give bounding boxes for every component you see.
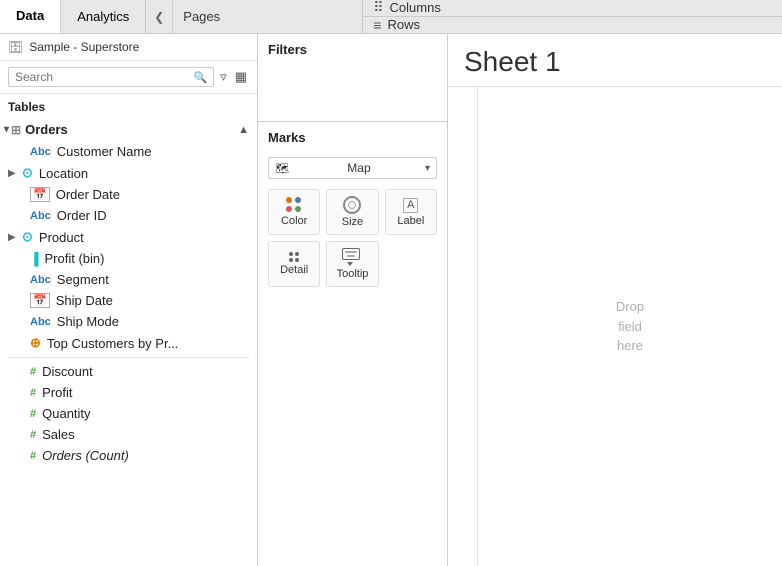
- measure-icon-sales: #: [30, 429, 36, 441]
- abc-type-icon4: Abc: [30, 316, 51, 328]
- measure-icon-count: #: [30, 450, 36, 462]
- measure-icon-profit: #: [30, 387, 36, 399]
- marks-dropdown-label: Map: [347, 161, 370, 175]
- columns-icon: ⠿: [373, 0, 383, 16]
- view-canvas: Drop field here: [448, 87, 782, 566]
- label-mark-icon: A: [403, 198, 418, 213]
- view-area: Sheet 1 Drop field here: [448, 34, 782, 566]
- filters-body: [258, 63, 447, 113]
- size-mark-button[interactable]: Size: [326, 189, 378, 235]
- dropdown-chevron-icon: ▾: [425, 163, 430, 174]
- field-order-date[interactable]: 📅 Order Date: [0, 184, 257, 205]
- tooltip-mark-button[interactable]: Tooltip: [326, 241, 378, 287]
- rows-icon: ≡: [373, 17, 381, 33]
- filters-marks-panel: Filters Marks 🗺 Map ▾: [258, 34, 448, 566]
- datasource-icon: 🗄: [8, 40, 23, 54]
- sheet-title: Sheet 1: [448, 34, 782, 87]
- product-expand-icon: ▶: [8, 232, 18, 243]
- marks-buttons-grid: Color Size: [258, 185, 447, 291]
- field-ship-date[interactable]: 📅 Ship Date: [0, 290, 257, 311]
- datasource-row: 🗄 Sample - Superstore: [0, 34, 257, 61]
- tab-bar: Data Analytics ❮ Pages ⠿ Columns ≡ Rows: [0, 0, 782, 34]
- param-type-icon: ⊕: [30, 335, 41, 351]
- marks-section: Marks 🗺 Map ▾: [258, 122, 447, 566]
- filters-header: Filters: [258, 34, 447, 63]
- tab-analytics[interactable]: Analytics: [61, 0, 146, 33]
- abc-type-icon3: Abc: [30, 274, 51, 286]
- location-expand-icon: ▶: [8, 168, 18, 179]
- search-bar: 🔍 ▿ ▦: [0, 61, 257, 94]
- tooltip-mark-icon: [342, 248, 362, 266]
- search-icon: 🔍: [193, 71, 207, 84]
- size-mark-icon: [343, 196, 361, 214]
- color-mark-icon: [286, 197, 302, 213]
- left-panel: 🗄 Sample - Superstore 🔍 ▿ ▦ Tables ▾ ⊞ O…: [0, 34, 258, 566]
- geo-type-icon: ⊙: [22, 165, 33, 181]
- tables-label: Tables: [0, 94, 257, 118]
- field-location[interactable]: ▶ ⊙ Location: [0, 162, 257, 184]
- filter-icon[interactable]: ▿: [218, 67, 229, 87]
- field-profit[interactable]: # Profit: [0, 382, 257, 403]
- collapse-panel-button[interactable]: ❮: [146, 10, 172, 24]
- search-input-wrapper[interactable]: 🔍: [8, 67, 214, 87]
- field-top-customers[interactable]: ⊕ Top Customers by Pr...: [0, 332, 257, 354]
- field-orders-count[interactable]: # Orders (Count): [0, 445, 257, 466]
- abc-type-icon2: Abc: [30, 210, 51, 222]
- field-quantity[interactable]: # Quantity: [0, 403, 257, 424]
- scroll-up-button[interactable]: ▲: [238, 124, 249, 136]
- field-ship-mode[interactable]: Abc Ship Mode: [0, 311, 257, 332]
- bar-type-icon: ▐: [30, 252, 39, 266]
- field-profit-bin[interactable]: ▐ Profit (bin): [0, 248, 257, 269]
- marks-header: Marks: [258, 122, 447, 151]
- pages-shelf-label: Pages: [173, 0, 363, 33]
- field-product[interactable]: ▶ ⊙ Product: [0, 226, 257, 248]
- main-layout: 🗄 Sample - Superstore 🔍 ▿ ▦ Tables ▾ ⊞ O…: [0, 34, 782, 566]
- view-toggle-icon[interactable]: ▦: [233, 67, 249, 87]
- marks-type-dropdown[interactable]: 🗺 Map ▾: [268, 157, 437, 179]
- color-mark-button[interactable]: Color: [268, 189, 320, 235]
- tab-data[interactable]: Data: [0, 0, 61, 33]
- field-discount[interactable]: # Discount: [0, 361, 257, 382]
- field-sales[interactable]: # Sales: [0, 424, 257, 445]
- field-segment[interactable]: Abc Segment: [0, 269, 257, 290]
- middle-section: Filters Marks 🗺 Map ▾: [258, 34, 782, 566]
- right-panel: Filters Marks 🗺 Map ▾: [258, 34, 782, 566]
- field-customer-name[interactable]: Abc Customer Name: [0, 141, 257, 162]
- field-list: ▾ ⊞ Orders ▲ Abc Customer Name ▶ ⊙ Locat…: [0, 118, 257, 566]
- field-order-id[interactable]: Abc Order ID: [0, 205, 257, 226]
- left-axis: [448, 87, 478, 566]
- rows-shelf: ≡ Rows: [363, 17, 782, 34]
- orders-chevron-icon: ▾: [4, 124, 9, 135]
- date-type-icon: 📅: [30, 187, 50, 202]
- measure-icon-discount: #: [30, 366, 36, 378]
- date-type-icon2: 📅: [30, 293, 50, 308]
- drop-field-text: Drop field here: [616, 297, 644, 356]
- abc-type-icon: Abc: [30, 146, 51, 158]
- search-input[interactable]: [15, 70, 193, 84]
- datasource-name: Sample - Superstore: [29, 40, 139, 54]
- geo-type-icon2: ⊙: [22, 229, 33, 245]
- orders-expand-row[interactable]: ▾ ⊞ Orders ▲: [0, 118, 257, 141]
- detail-mark-icon: [289, 252, 299, 262]
- measure-icon-quantity: #: [30, 408, 36, 420]
- table-grid-icon: ⊞: [11, 123, 21, 137]
- orders-label: Orders: [25, 122, 68, 137]
- canvas-drop-area[interactable]: Drop field here: [478, 87, 782, 566]
- map-icon: 🗺: [275, 162, 289, 175]
- label-mark-button[interactable]: A Label: [385, 189, 437, 235]
- columns-shelf: ⠿ Columns: [363, 0, 782, 17]
- filters-section: Filters: [258, 34, 447, 122]
- measures-divider: [8, 357, 249, 358]
- detail-mark-button[interactable]: Detail: [268, 241, 320, 287]
